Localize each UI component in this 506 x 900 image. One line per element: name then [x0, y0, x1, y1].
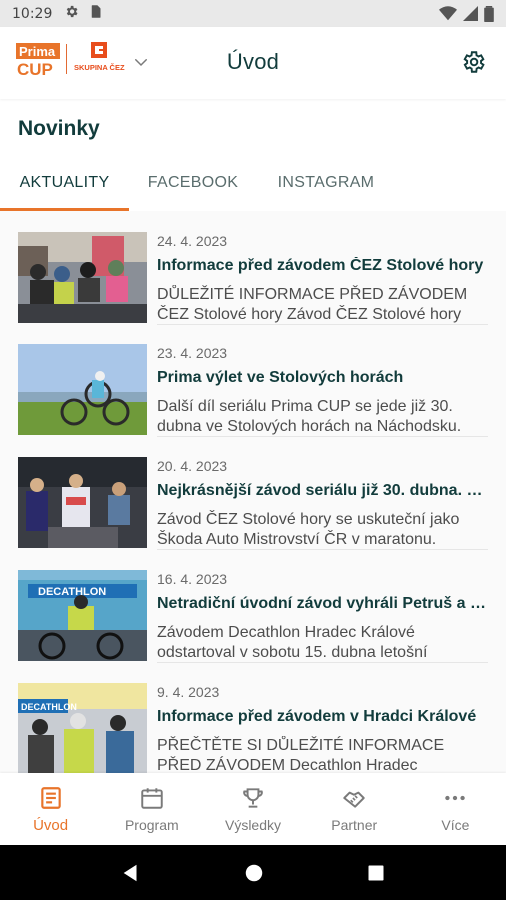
news-date: 23. 4. 2023: [157, 345, 228, 361]
news-item[interactable]: DECATHLON 9. 4. 2023 Informace před závo…: [0, 662, 506, 773]
news-item[interactable]: DECATHLON 16. 4. 2023 Netradiční úvodní …: [0, 549, 506, 663]
news-title: Netradiční úvodní závod vyhráli Petruš a…: [157, 595, 487, 612]
app-bar: Prima CUP SKUPINA ČEZ Úvod: [0, 27, 506, 99]
news-thumbnail: [18, 344, 147, 435]
news-description: PŘEČTĚTE SI DŮLEŽITÉ INFORMACE PŘED ZÁVO…: [157, 737, 445, 773]
news-item[interactable]: 20. 4. 2023 Nejkrásnější závod seriálu j…: [0, 436, 506, 550]
nav-program[interactable]: Program: [101, 773, 202, 845]
nav-vice[interactable]: Více: [405, 773, 506, 845]
news-date: 9. 4. 2023: [157, 684, 220, 700]
news-thumbnail: DECATHLON: [18, 570, 147, 661]
wifi-icon: [439, 6, 457, 21]
nav-uvod[interactable]: Úvod: [0, 773, 101, 845]
page-title: Úvod: [226, 49, 280, 74]
news-thumbnail: [18, 457, 147, 548]
signal-icon: [463, 6, 478, 21]
news-thumbnail: DECATHLON: [18, 683, 147, 773]
settings-status-icon: [64, 4, 79, 23]
news-title: Nejkrásnější závod seriálu již 30. dubna…: [157, 482, 487, 499]
nav-label: Partner: [331, 817, 378, 833]
news-list[interactable]: 24. 4. 2023 Informace před závodem ČEZ S…: [0, 211, 506, 773]
nav-label: Program: [124, 817, 179, 833]
news-description: Závod ČEZ Stolové hory se uskuteční jako…: [157, 511, 460, 548]
nav-label: Výsledky: [224, 817, 282, 833]
settings-gear-icon[interactable]: [460, 49, 486, 75]
tab-bar: AKTUALITY FACEBOOK INSTAGRAM: [0, 155, 506, 211]
svg-text:DECATHLON: DECATHLON: [38, 586, 106, 598]
calendar-icon: [141, 788, 163, 809]
news-thumbnail: [18, 232, 147, 323]
news-description: DŮLEŽITÉ INFORMACE PŘED ZÁVODEM ČEZ Stol…: [157, 286, 468, 323]
nav-partner[interactable]: Partner: [304, 773, 405, 845]
tab-aktuality[interactable]: AKTUALITY: [0, 155, 129, 211]
status-bar: 10:29: [0, 0, 506, 27]
battery-icon: [484, 5, 494, 22]
system-navigation-bar: [0, 845, 506, 900]
news-item[interactable]: 23. 4. 2023 Prima výlet ve Stolových hor…: [0, 323, 506, 437]
news-description: Další díl seriálu Prima CUP se jede již …: [157, 398, 462, 435]
news-item[interactable]: 24. 4. 2023 Informace před závodem ČEZ S…: [0, 211, 506, 325]
tab-instagram[interactable]: INSTAGRAM: [257, 155, 395, 211]
clock: 10:29: [12, 5, 53, 22]
status-right: [439, 5, 494, 22]
nav-label: Úvod: [33, 816, 69, 834]
handshake-icon: [343, 791, 365, 808]
tab-facebook[interactable]: FACEBOOK: [129, 155, 257, 211]
nav-vysledky[interactable]: Výsledky: [202, 773, 303, 845]
back-icon[interactable]: [120, 862, 142, 884]
sim-card-icon: [89, 4, 102, 23]
news-title: Informace před závodem v Hradci Králové: [157, 708, 477, 725]
news-date: 20. 4. 2023: [157, 458, 228, 474]
more-icon: [445, 795, 466, 801]
news-description: Závodem Decathlon Hradec Králové odstart…: [157, 624, 428, 661]
nav-label: Více: [441, 817, 470, 833]
section-title: Novinky: [18, 117, 100, 140]
svg-text:DECATHLON: DECATHLON: [21, 702, 77, 712]
news-icon: [40, 786, 61, 809]
recents-icon[interactable]: [366, 863, 386, 883]
trophy-icon: [243, 788, 263, 808]
news-title: Informace před závodem ČEZ Stolové hory: [157, 257, 484, 274]
home-icon[interactable]: [243, 862, 265, 884]
news-date: 16. 4. 2023: [157, 571, 228, 587]
bottom-navigation: Úvod Program Výsledky Partner Více: [0, 773, 506, 845]
news-date: 24. 4. 2023: [157, 233, 228, 249]
news-title: Prima výlet ve Stolových horách: [157, 369, 404, 386]
